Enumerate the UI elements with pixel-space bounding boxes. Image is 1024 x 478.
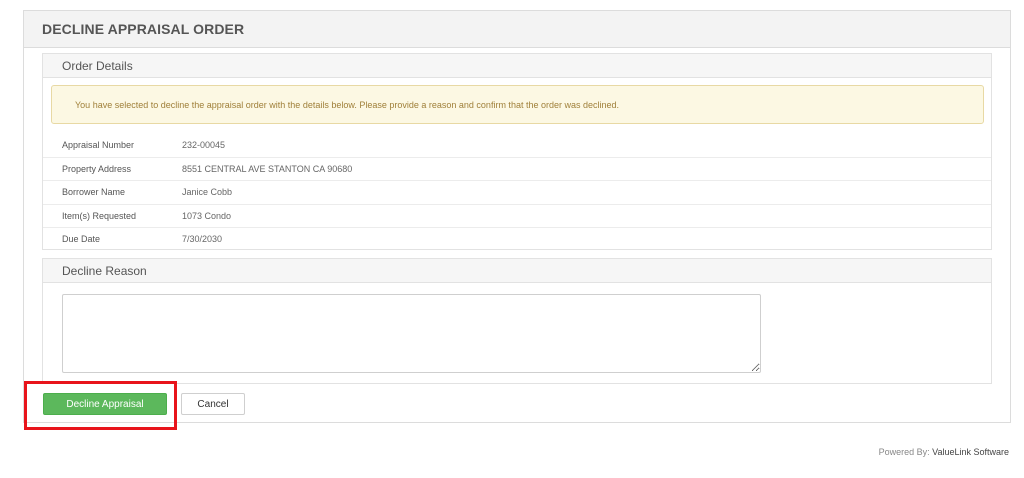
decline-reason-section: Decline Reason <box>42 258 992 384</box>
order-details-header: Order Details <box>43 54 991 78</box>
footer-prefix: Powered By: <box>878 447 933 457</box>
detail-label: Due Date <box>62 234 101 245</box>
detail-value: 7/30/2030 <box>182 234 223 245</box>
order-details-title: Order Details <box>62 58 133 73</box>
detail-value: 8551 CENTRAL AVE STANTON CA 90680 <box>182 163 353 174</box>
cancel-button[interactable]: Cancel <box>181 393 245 415</box>
warning-alert: You have selected to decline the apprais… <box>51 85 984 124</box>
decline-appraisal-panel: DECLINE APPRAISAL ORDER Order Details Yo… <box>23 10 1011 423</box>
detail-value: 232-00045 <box>182 139 226 150</box>
order-details-section: Order Details You have selected to decli… <box>42 53 992 250</box>
panel-header: DECLINE APPRAISAL ORDER <box>24 11 1010 48</box>
detail-row-property-address: Property Address 8551 CENTRAL AVE STANTO… <box>43 156 991 181</box>
decline-reason-textarea[interactable] <box>62 294 761 373</box>
detail-label: Appraisal Number <box>62 139 135 150</box>
alert-message: You have selected to decline the apprais… <box>75 99 620 110</box>
detail-value: 1073 Condo <box>182 210 232 221</box>
detail-label: Property Address <box>62 163 132 174</box>
detail-row-due-date: Due Date 7/30/2030 <box>43 227 991 251</box>
order-details-table: Appraisal Number 232-00045 Property Addr… <box>43 133 991 251</box>
detail-value: Janice Cobb <box>182 187 233 198</box>
decline-reason-header: Decline Reason <box>43 259 991 283</box>
detail-row-items-requested: Item(s) Requested 1073 Condo <box>43 203 991 228</box>
footer-credit: Powered By: ValueLink Software <box>879 447 1009 457</box>
detail-row-borrower-name: Borrower Name Janice Cobb <box>43 180 991 204</box>
decline-reason-title: Decline Reason <box>62 263 147 278</box>
page-title: DECLINE APPRAISAL ORDER <box>42 21 245 37</box>
detail-row-appraisal-number: Appraisal Number 232-00045 <box>43 133 991 157</box>
decline-appraisal-button[interactable]: Decline Appraisal <box>43 393 167 415</box>
detail-label: Borrower Name <box>62 187 126 198</box>
footer-brand: ValueLink Software <box>932 447 1009 457</box>
detail-label: Item(s) Requested <box>62 210 137 221</box>
